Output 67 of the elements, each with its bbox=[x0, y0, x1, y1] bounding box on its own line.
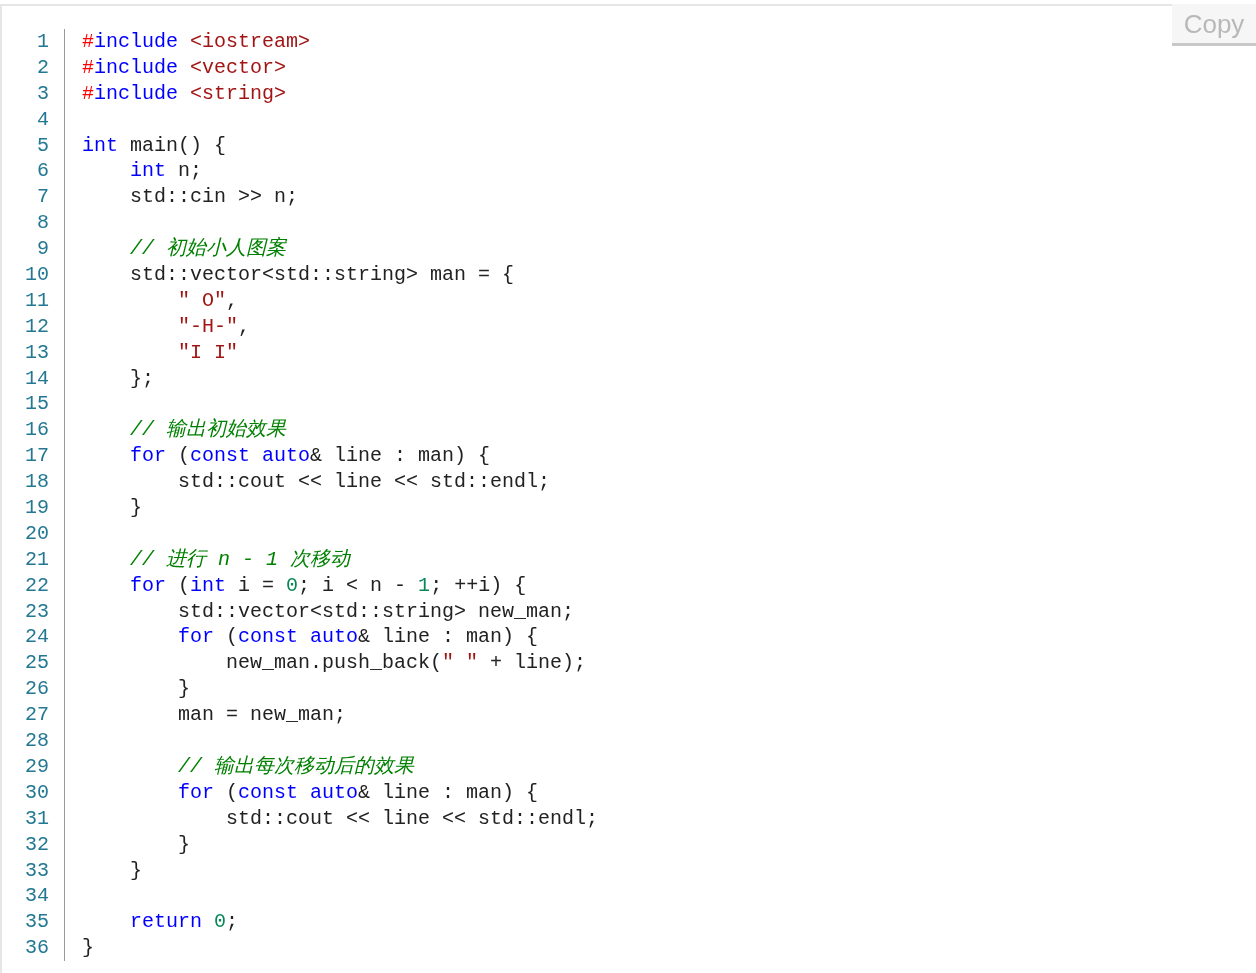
code-line: std::cout << line << std::endl; bbox=[225, 806, 599, 830]
code-line: "I I" bbox=[177, 340, 239, 364]
line-number: 33 bbox=[25, 858, 49, 882]
code-line: } bbox=[129, 858, 142, 882]
code-line: std::vector<std::string> new_man; bbox=[177, 599, 575, 623]
code-line: // 输出初始效果 bbox=[129, 418, 286, 442]
line-number: 26 bbox=[25, 677, 49, 701]
code-line: // 进行 n - 1 次移动 bbox=[129, 547, 351, 571]
line-number: 36 bbox=[25, 936, 49, 960]
copy-button[interactable]: Copy bbox=[1172, 4, 1256, 46]
code-line: for (const auto& line : man) { bbox=[177, 780, 539, 804]
line-number: 8 bbox=[37, 211, 49, 235]
line-number: 1 bbox=[37, 30, 49, 53]
code-line: man = new_man; bbox=[177, 703, 347, 727]
line-number: 3 bbox=[37, 81, 49, 105]
code-line: int n; bbox=[129, 159, 203, 183]
code-line: } bbox=[177, 677, 191, 701]
line-number: 4 bbox=[37, 107, 49, 131]
code-line: }; bbox=[129, 366, 154, 390]
line-number: 9 bbox=[37, 237, 49, 261]
line-number: 24 bbox=[25, 625, 49, 649]
line-number: 19 bbox=[25, 496, 49, 520]
code-line: } bbox=[82, 936, 94, 960]
line-number: 10 bbox=[25, 263, 49, 286]
line-number: 30 bbox=[25, 780, 49, 804]
line-number: 17 bbox=[25, 444, 49, 468]
line-number: 28 bbox=[25, 729, 49, 753]
line-number: 29 bbox=[25, 754, 49, 778]
line-number: 22 bbox=[25, 573, 49, 597]
line-number: 18 bbox=[25, 470, 49, 494]
line-number: 25 bbox=[25, 651, 49, 675]
line-number: 27 bbox=[25, 703, 49, 727]
code-line: std::cin >> n; bbox=[129, 185, 299, 209]
code-line: #include <iostream> bbox=[82, 30, 311, 53]
code-line: new_man.push_back(" " + line); bbox=[225, 651, 587, 675]
line-number: 5 bbox=[37, 133, 49, 157]
line-number: 23 bbox=[25, 599, 49, 623]
line-number: 2 bbox=[37, 55, 49, 79]
code-line: std::vector<std::string> man = { bbox=[129, 263, 515, 286]
line-number: 20 bbox=[25, 521, 49, 545]
code-line: "-H-", bbox=[177, 314, 251, 338]
line-number: 15 bbox=[25, 392, 49, 416]
code-line: int main() { bbox=[82, 133, 227, 157]
code-line: // 初始小人图案 bbox=[129, 237, 286, 261]
code-line: for (int i = 0; i < n - 1; ++i) { bbox=[129, 573, 527, 597]
line-number: 12 bbox=[25, 314, 49, 338]
line-number: 34 bbox=[25, 884, 49, 908]
line-number: 32 bbox=[25, 832, 49, 856]
line-number: 35 bbox=[25, 910, 49, 934]
line-number: 11 bbox=[25, 288, 49, 312]
code-line: } bbox=[129, 496, 142, 520]
code-line: #include <string> bbox=[82, 81, 287, 105]
code-line: " O", bbox=[177, 288, 239, 312]
line-number: 21 bbox=[25, 547, 49, 571]
code-line: return 0; bbox=[129, 910, 239, 934]
line-number: 6 bbox=[37, 159, 49, 183]
line-number: 13 bbox=[25, 340, 49, 364]
code-line: std::cout << line << std::endl; bbox=[177, 470, 551, 494]
line-number: 16 bbox=[25, 418, 49, 442]
code-line: for (const auto& line : man) { bbox=[177, 625, 539, 649]
line-number: 7 bbox=[37, 185, 49, 209]
code-line: } bbox=[177, 832, 191, 856]
code-line: for (const auto& line : man) { bbox=[129, 444, 491, 468]
code-line: #include <vector> bbox=[82, 55, 287, 79]
line-number: 14 bbox=[25, 366, 49, 390]
line-number: 31 bbox=[25, 806, 49, 830]
code-line: // 输出每次移动后的效果 bbox=[177, 754, 415, 778]
